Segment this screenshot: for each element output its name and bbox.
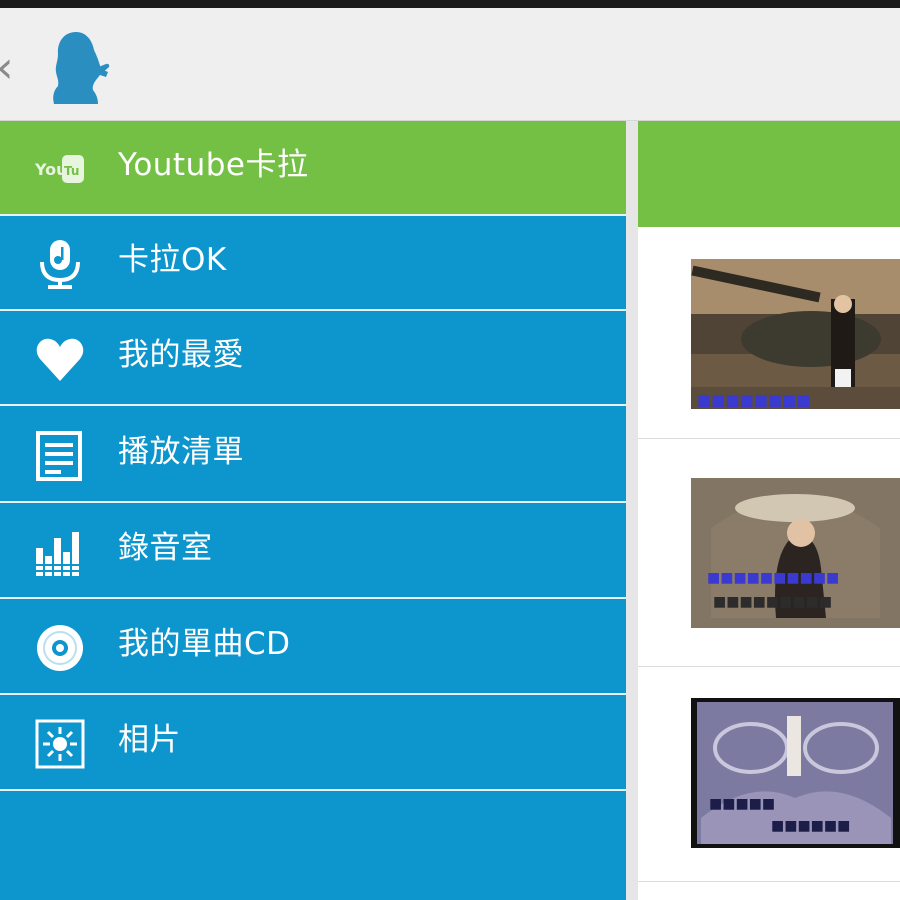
content-header-bar [638,121,900,227]
menu-item-label: 卡拉OK [118,242,227,278]
youtube-icon: You Tu [34,155,84,183]
panel-gutter [626,121,638,900]
video-list-panel: ■■■■■■■■ ■■■■■■■■■■ ■■■■■■■■■ ■■■■■ ■■■■… [626,121,900,900]
navigation-drawer: You Tu Youtube卡拉 卡拉OK 我的最愛 播放清單 錄音室 我的單曲… [0,121,626,900]
menu-item-label: 我的單曲CD [118,626,291,662]
equalizer-icon [36,532,79,576]
svg-text:■■■■■■■■: ■■■■■■■■ [697,391,810,409]
menu-item-label: 錄音室 [118,530,213,566]
cd-icon [37,625,83,671]
video-list-item[interactable]: ■■■■■ ■■■■■■ [638,666,900,882]
menu-item-my-single-cd[interactable]: 我的單曲CD [0,600,626,695]
menu-item-karaoke[interactable]: 卡拉OK [0,216,626,311]
video-list-item[interactable]: ■■■■■■■■■■ ■■■■■■■■■ [638,438,900,667]
svg-text:■■■■■■■■■: ■■■■■■■■■ [713,594,832,610]
menu-item-recording-studio[interactable]: 錄音室 [0,504,626,599]
menu-item-label: 相片 [118,722,181,758]
menu-item-label: Youtube卡拉 [118,147,309,183]
video-list-item[interactable]: ■■■■■■■■ [638,227,900,439]
menu-item-label: 播放清單 [118,434,244,470]
menu-item-photos[interactable]: 相片 [0,696,626,791]
status-bar [0,0,900,8]
svg-text:■■■■■■■■■■: ■■■■■■■■■■ [707,570,839,586]
chevron-left-icon[interactable]: ‹ [0,46,14,90]
karaoke-video-thumbnail-fountain: ■■■■■■■■■■ ■■■■■■■■■ [691,478,900,628]
list-document-icon [36,431,82,481]
action-bar: ‹ [0,8,900,121]
menu-item-youtube-karaoke[interactable]: You Tu Youtube卡拉 [0,121,626,216]
heart-icon [36,338,84,381]
svg-text:■■■■■■: ■■■■■■ [771,818,850,834]
singer-silhouette-icon[interactable] [46,28,118,108]
microphone-music-icon [40,240,80,289]
karaoke-video-thumbnail-tank: ■■■■■■■■ [691,259,900,409]
karaoke-video-thumbnail-stage: ■■■■■ ■■■■■■ [691,698,900,848]
menu-item-favorites[interactable]: 我的最愛 [0,311,626,406]
svg-text:Tu: Tu [64,164,79,178]
menu-item-playlist[interactable]: 播放清單 [0,408,626,503]
photo-sun-icon [35,719,85,769]
menu-item-label: 我的最愛 [118,337,244,373]
svg-text:■■■■■: ■■■■■ [709,796,775,812]
